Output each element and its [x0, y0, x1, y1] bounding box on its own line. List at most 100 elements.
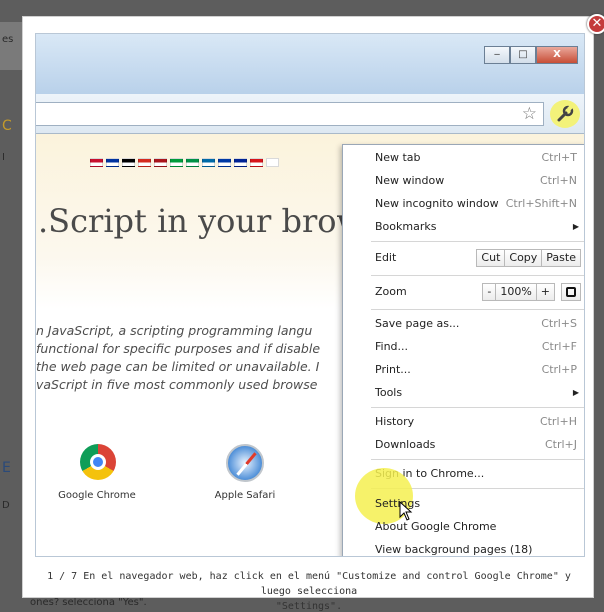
page-headline: .Script in your brows — [38, 202, 381, 240]
paragraph-line: the web page can be limited or unavailab… — [36, 359, 320, 374]
menu-shortcut: Ctrl+J — [544, 438, 577, 451]
window-controls: ‒ □ X — [484, 46, 578, 64]
menu-item-find[interactable]: Find... Ctrl+F — [343, 336, 584, 358]
paragraph-line: n JavaScript, a scripting programming la… — [36, 323, 313, 338]
fullscreen-button[interactable] — [561, 283, 581, 301]
lightbox-dialog: ‒ □ X ☆ .Script in your brows n JavaScri… — [22, 16, 594, 612]
flag-icon[interactable] — [106, 158, 119, 167]
background-text: I — [2, 152, 5, 163]
flag-icon[interactable] — [218, 158, 231, 167]
flag-icon[interactable] — [170, 158, 183, 167]
menu-label: Tools — [375, 386, 403, 399]
paste-button[interactable]: Paste — [541, 249, 581, 267]
paragraph-line: vaScript in five most commonly used brow… — [36, 377, 318, 392]
caption-line: 1 / 7 En el navegador web, haz click en … — [47, 571, 571, 597]
zoom-out-button[interactable]: - — [482, 283, 497, 301]
menu-item-new-tab[interactable]: New tab Ctrl+T — [343, 147, 584, 169]
maximize-button[interactable]: □ — [510, 46, 536, 64]
background-text: E — [2, 460, 11, 476]
flag-icon[interactable] — [154, 158, 167, 167]
menu-label: New window — [375, 174, 445, 187]
menu-label: About Google Chrome — [375, 520, 497, 533]
star-icon[interactable]: ☆ — [522, 104, 537, 124]
menu-item-background-pages[interactable]: View background pages (18) — [343, 539, 584, 556]
browser-toolbar: ☆ — [36, 94, 584, 134]
flag-icon[interactable] — [250, 158, 263, 167]
browser-label: Apple Safari — [214, 490, 276, 501]
zoom-in-button[interactable]: + — [535, 283, 555, 301]
wrench-icon — [557, 105, 574, 122]
menu-item-new-incognito[interactable]: New incognito window Ctrl+Shift+N — [343, 193, 584, 215]
caption-line: "Settings". — [275, 601, 343, 612]
address-bar[interactable]: ☆ — [36, 102, 544, 126]
menu-item-tools[interactable]: Tools ▶ — [343, 382, 584, 404]
safari-logo-icon — [226, 444, 264, 482]
menu-item-bookmarks[interactable]: Bookmarks ▶ — [343, 216, 584, 238]
paragraph-line: functional for specific purposes and if … — [36, 341, 321, 356]
zoom-controls: - 100% + — [482, 283, 581, 301]
menu-label: New tab — [375, 151, 421, 164]
tutorial-screenshot: ‒ □ X ☆ .Script in your brows n JavaScri… — [35, 33, 585, 557]
menu-label: Bookmarks — [375, 220, 437, 233]
lightbox-close-button[interactable]: ✕ — [587, 14, 604, 34]
menu-separator — [371, 275, 584, 276]
flag-icon[interactable] — [138, 158, 151, 167]
compass-needle-icon — [236, 452, 257, 476]
browser-label: Google Chrome — [58, 490, 136, 501]
menu-item-new-window[interactable]: New window Ctrl+N — [343, 170, 584, 192]
flag-icon[interactable] — [122, 158, 135, 167]
flag-icon[interactable] — [186, 158, 199, 167]
flag-icon[interactable] — [234, 158, 247, 167]
flag-icon[interactable] — [90, 158, 103, 167]
menu-label: Zoom — [375, 285, 407, 298]
menu-separator — [371, 407, 584, 408]
menu-item-save-page[interactable]: Save page as... Ctrl+S — [343, 313, 584, 335]
zoom-level: 100% — [495, 283, 537, 301]
menu-item-about[interactable]: About Google Chrome — [343, 516, 584, 538]
menu-separator — [371, 459, 584, 460]
menu-item-print[interactable]: Print... Ctrl+P — [343, 359, 584, 381]
background-text: es — [2, 34, 14, 45]
submenu-arrow-icon: ▶ — [572, 222, 579, 231]
menu-shortcut: Ctrl+H — [539, 415, 577, 428]
menu-item-history[interactable]: History Ctrl+H — [343, 411, 584, 433]
browser-titlebar: ‒ □ X — [36, 34, 584, 94]
window-close-button[interactable]: X — [536, 46, 578, 64]
menu-item-zoom: Zoom - 100% + — [343, 279, 584, 305]
menu-shortcut: Ctrl+P — [541, 363, 577, 376]
menu-label: Save page as... — [375, 317, 460, 330]
menu-label: New incognito window — [375, 197, 499, 210]
cut-button[interactable]: Cut — [476, 249, 506, 267]
menu-label: Print... — [375, 363, 411, 376]
submenu-arrow-icon: ▶ — [572, 388, 579, 397]
menu-label: Downloads — [375, 438, 436, 451]
menu-label: History — [375, 415, 415, 428]
menu-item-downloads[interactable]: Downloads Ctrl+J — [343, 434, 584, 456]
flag-icon[interactable] — [266, 158, 279, 167]
menu-separator — [371, 241, 584, 242]
menu-shortcut: Ctrl+T — [541, 151, 577, 164]
chrome-menu: New tab Ctrl+T New window Ctrl+N New inc… — [342, 144, 584, 556]
menu-shortcut: Ctrl+F — [541, 340, 577, 353]
copy-button[interactable]: Copy — [504, 249, 543, 267]
menu-label: Settings — [375, 497, 421, 510]
chrome-logo-icon — [80, 444, 116, 480]
background-text: D — [2, 500, 10, 511]
slide-caption: 1 / 7 En el navegador web, haz click en … — [35, 569, 583, 612]
minimize-button[interactable]: ‒ — [484, 46, 510, 64]
menu-shortcut: Ctrl+N — [539, 174, 577, 187]
intro-paragraph: n JavaScript, a scripting programming la… — [36, 322, 336, 394]
menu-label: View background pages (18) — [375, 543, 533, 556]
mouse-cursor-icon — [399, 501, 413, 521]
flag-icon[interactable] — [202, 158, 215, 167]
language-flags — [90, 158, 282, 167]
edit-buttons: Cut Copy Paste — [476, 249, 581, 267]
customize-chrome-button[interactable] — [550, 100, 580, 128]
menu-separator — [371, 309, 584, 310]
menu-shortcut: Ctrl+S — [541, 317, 577, 330]
menu-item-settings[interactable]: Settings — [343, 493, 584, 515]
menu-label: Edit — [375, 251, 397, 264]
background-text: C — [2, 118, 12, 134]
menu-label: Find... — [375, 340, 409, 353]
fullscreen-icon — [566, 287, 576, 297]
